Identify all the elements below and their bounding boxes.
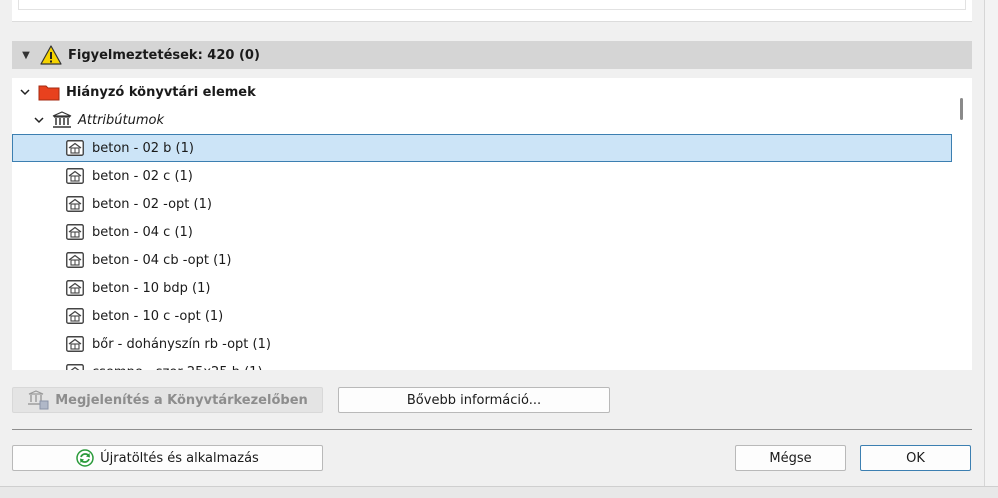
tree-item-row[interactable]: beton - 02 b (1) [12, 134, 952, 162]
tree-group-row[interactable]: Hiányzó könyvtári elemek [12, 78, 952, 106]
reload-icon [76, 449, 94, 467]
tree-item-row[interactable]: beton - 02 -opt (1) [12, 190, 952, 218]
chevron-down-icon[interactable] [32, 113, 46, 127]
tree-item-label: beton - 10 bdp (1) [92, 280, 211, 296]
tree-item-label: beton - 04 c (1) [92, 224, 193, 240]
window-edge [984, 0, 998, 486]
warnings-title: Figyelmeztetések: 420 (0) [68, 47, 260, 63]
more-info-button[interactable]: Bővebb információ... [338, 387, 610, 413]
library-object-icon [66, 168, 84, 184]
tree-subgroup-label: Attribútumok [78, 112, 165, 128]
tree-item-row[interactable]: bőr - dohányszín rb -opt (1) [12, 330, 952, 358]
details-panel [12, 0, 972, 22]
warning-icon [40, 45, 62, 65]
tree-item-row[interactable]: beton - 10 bdp (1) [12, 274, 952, 302]
tree-item-label: beton - 02 b (1) [92, 140, 194, 156]
tree-item-label: beton - 10 c -opt (1) [92, 308, 224, 324]
ok-button[interactable]: OK [860, 445, 971, 471]
library-object-icon [66, 140, 84, 156]
warnings-section-header[interactable]: ▼ Figyelmeztetések: 420 (0) [12, 41, 972, 69]
tree-item-row[interactable]: beton - 04 c (1) [12, 218, 952, 246]
library-object-icon [66, 196, 84, 212]
show-in-library-label: Megjelenítés a Könyvtárkezelőben [55, 392, 308, 408]
more-info-label: Bővebb információ... [406, 392, 542, 408]
chevron-down-icon[interactable] [18, 85, 32, 99]
folder-icon [38, 85, 60, 101]
show-in-library-button[interactable]: Megjelenítés a Könyvtárkezelőben [12, 387, 323, 413]
tree-item-label: csempe - szor 25x25 b (1) [92, 365, 263, 371]
collapse-triangle-icon[interactable]: ▼ [12, 50, 40, 61]
tree-item-row[interactable]: beton - 04 cb -opt (1) [12, 246, 952, 274]
section-divider [12, 429, 972, 430]
scrollbar-thumb[interactable] [960, 98, 963, 120]
tree-item-row[interactable]: csempe - szor 25x25 b (1) [12, 358, 952, 370]
tree-item-label: bőr - dohányszín rb -opt (1) [92, 336, 271, 352]
library-object-icon [66, 336, 84, 352]
library-object-icon [66, 364, 84, 370]
tree-item-label: beton - 02 -opt (1) [92, 196, 212, 212]
background-strip [0, 486, 998, 498]
library-object-icon [66, 224, 84, 240]
cancel-label: Mégse [769, 450, 812, 466]
attributes-building-icon [52, 111, 72, 128]
tree-item-label: beton - 04 cb -opt (1) [92, 252, 232, 268]
tree-item-row[interactable]: beton - 02 c (1) [12, 162, 952, 190]
details-panel-inner [18, 0, 966, 10]
tree-item-row[interactable]: beton - 10 c -opt (1) [12, 302, 952, 330]
library-manager-icon [27, 390, 49, 410]
cancel-button[interactable]: Mégse [735, 445, 846, 471]
warnings-tree[interactable]: Hiányzó könyvtári elemek Attribútumok be… [12, 78, 952, 370]
tree-subgroup-row[interactable]: Attribútumok [12, 106, 952, 134]
reload-apply-button[interactable]: Újratöltés és alkalmazás [12, 445, 323, 471]
library-object-icon [66, 252, 84, 268]
tree-item-label: beton - 02 c (1) [92, 168, 193, 184]
library-object-icon [66, 280, 84, 296]
tree-group-label: Hiányzó könyvtári elemek [66, 84, 256, 100]
library-object-icon [66, 308, 84, 324]
ok-label: OK [906, 450, 925, 466]
reload-apply-label: Újratöltés és alkalmazás [100, 450, 259, 466]
tree-scrollbar[interactable] [952, 78, 972, 370]
